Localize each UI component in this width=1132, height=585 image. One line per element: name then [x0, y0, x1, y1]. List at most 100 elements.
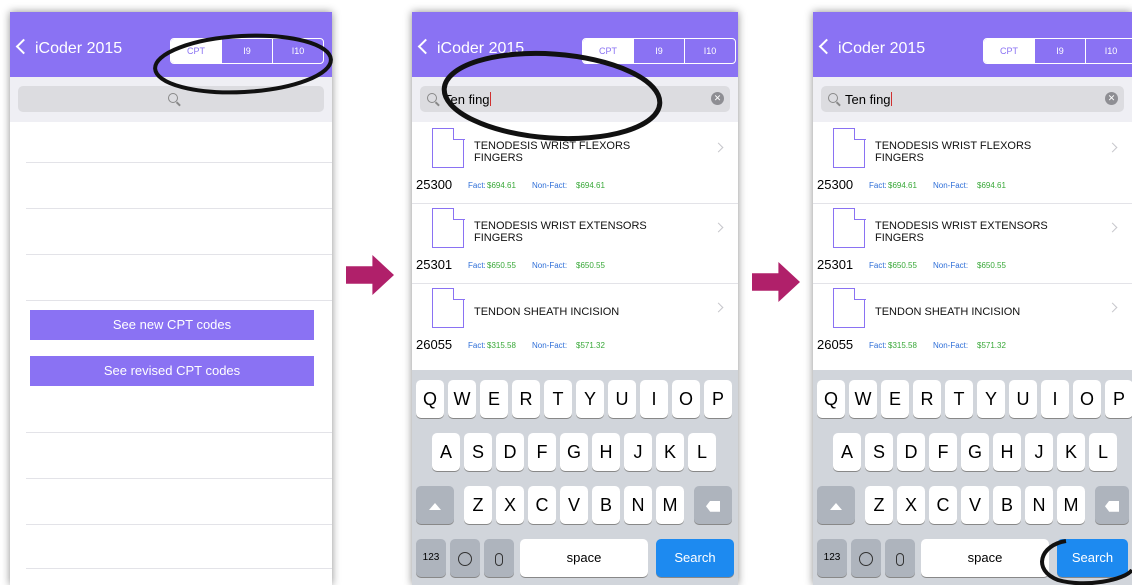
key-o[interactable]: O [672, 380, 700, 418]
key-e[interactable]: E [480, 380, 508, 418]
key-z[interactable]: Z [865, 486, 893, 524]
back-label: iCoder 2015 [437, 40, 525, 57]
key-l[interactable]: L [1089, 433, 1117, 471]
back-button[interactable]: iCoder 2015 [416, 38, 525, 58]
key-u[interactable]: U [608, 380, 636, 418]
search-input[interactable] [18, 86, 324, 112]
delete-key[interactable] [1095, 486, 1129, 524]
key-k[interactable]: K [656, 433, 684, 471]
back-button[interactable]: iCoder 2015 [14, 38, 122, 58]
key-r[interactable]: R [512, 380, 540, 418]
segment-cpt[interactable]: CPT [583, 39, 633, 63]
key-v[interactable]: V [560, 486, 588, 524]
globe-key[interactable] [450, 539, 480, 577]
key-d[interactable]: D [897, 433, 925, 471]
key-a[interactable]: A [432, 433, 460, 471]
key-m[interactable]: M [1057, 486, 1085, 524]
dictation-key[interactable] [484, 539, 514, 577]
key-w[interactable]: W [448, 380, 476, 418]
key-b[interactable]: B [993, 486, 1021, 524]
key-y[interactable]: Y [977, 380, 1005, 418]
key-p[interactable]: P [1105, 380, 1132, 418]
key-v[interactable]: V [961, 486, 989, 524]
result-row[interactable]: TENDON SHEATH INCISION 26055 Fact: $315.… [412, 284, 738, 362]
key-h[interactable]: H [993, 433, 1021, 471]
segment-i10[interactable]: I10 [272, 39, 323, 63]
globe-key[interactable] [851, 539, 881, 577]
numbers-key[interactable]: 123 [416, 539, 446, 577]
clear-search-icon[interactable]: ✕ [711, 92, 724, 105]
key-i[interactable]: I [1041, 380, 1069, 418]
nonfact-value: $571.32 [977, 341, 1006, 350]
key-c[interactable]: C [528, 486, 556, 524]
result-title: TENODESIS WRIST EXTENSORS FINGERS [474, 220, 647, 244]
result-row[interactable]: TENODESIS WRIST EXTENSORS FINGERS 25301 … [813, 204, 1132, 282]
key-j[interactable]: J [624, 433, 652, 471]
key-y[interactable]: Y [576, 380, 604, 418]
space-key[interactable]: space [520, 539, 648, 577]
key-s[interactable]: S [464, 433, 492, 471]
search-key[interactable]: Search [1057, 539, 1128, 577]
key-o[interactable]: O [1073, 380, 1101, 418]
key-z[interactable]: Z [464, 486, 492, 524]
dictation-key[interactable] [885, 539, 915, 577]
fact-label: Fact: [468, 341, 486, 350]
segment-i9[interactable]: I9 [1034, 39, 1085, 63]
segment-i9[interactable]: I9 [633, 39, 684, 63]
microphone-icon [495, 552, 503, 566]
result-row[interactable]: TENODESIS WRIST FLEXORS FINGERS 25300 Fa… [813, 124, 1132, 202]
key-k[interactable]: K [1057, 433, 1085, 471]
shift-key[interactable] [416, 486, 454, 524]
key-n[interactable]: N [624, 486, 652, 524]
result-row[interactable]: TENODESIS WRIST EXTENSORS FINGERS 25301 … [412, 204, 738, 282]
numbers-key[interactable]: 123 [817, 539, 847, 577]
key-h[interactable]: H [592, 433, 620, 471]
key-p[interactable]: P [704, 380, 732, 418]
key-x[interactable]: X [496, 486, 524, 524]
key-r[interactable]: R [913, 380, 941, 418]
key-j[interactable]: J [1025, 433, 1053, 471]
document-icon [432, 207, 465, 248]
arrow-right-icon [346, 255, 394, 295]
key-q[interactable]: Q [817, 380, 845, 418]
see-new-cpt-codes-button[interactable]: See new CPT codes [30, 310, 314, 340]
search-input[interactable]: Ten fing ✕ [821, 86, 1124, 112]
segment-i10[interactable]: I10 [684, 39, 735, 63]
search-key[interactable]: Search [656, 539, 734, 577]
key-n[interactable]: N [1025, 486, 1053, 524]
result-row[interactable]: TENDON SHEATH INCISION 26055 Fact: $315.… [813, 284, 1132, 362]
key-x[interactable]: X [897, 486, 925, 524]
result-row[interactable]: TENODESIS WRIST FLEXORS FINGERS 25300 Fa… [412, 124, 738, 202]
delete-key[interactable] [694, 486, 732, 524]
shift-key[interactable] [817, 486, 855, 524]
search-icon [427, 93, 437, 103]
key-l[interactable]: L [688, 433, 716, 471]
segment-i9[interactable]: I9 [221, 39, 272, 63]
key-t[interactable]: T [544, 380, 572, 418]
segment-cpt[interactable]: CPT [171, 39, 221, 63]
key-s[interactable]: S [865, 433, 893, 471]
key-i[interactable]: I [640, 380, 668, 418]
back-button[interactable]: iCoder 2015 [817, 38, 925, 58]
search-input[interactable]: Ten fing ✕ [420, 86, 730, 112]
key-a[interactable]: A [833, 433, 861, 471]
key-g[interactable]: G [961, 433, 989, 471]
key-d[interactable]: D [496, 433, 524, 471]
segment-i10[interactable]: I10 [1085, 39, 1132, 63]
key-f[interactable]: F [528, 433, 556, 471]
key-c[interactable]: C [929, 486, 957, 524]
key-q[interactable]: Q [416, 380, 444, 418]
key-t[interactable]: T [945, 380, 973, 418]
result-code: 26055 [416, 337, 453, 352]
clear-search-icon[interactable]: ✕ [1105, 92, 1118, 105]
key-e[interactable]: E [881, 380, 909, 418]
see-revised-cpt-codes-button[interactable]: See revised CPT codes [30, 356, 314, 386]
key-w[interactable]: W [849, 380, 877, 418]
segment-cpt[interactable]: CPT [984, 39, 1034, 63]
space-key[interactable]: space [921, 539, 1049, 577]
key-g[interactable]: G [560, 433, 588, 471]
key-u[interactable]: U [1009, 380, 1037, 418]
key-b[interactable]: B [592, 486, 620, 524]
key-m[interactable]: M [656, 486, 684, 524]
key-f[interactable]: F [929, 433, 957, 471]
